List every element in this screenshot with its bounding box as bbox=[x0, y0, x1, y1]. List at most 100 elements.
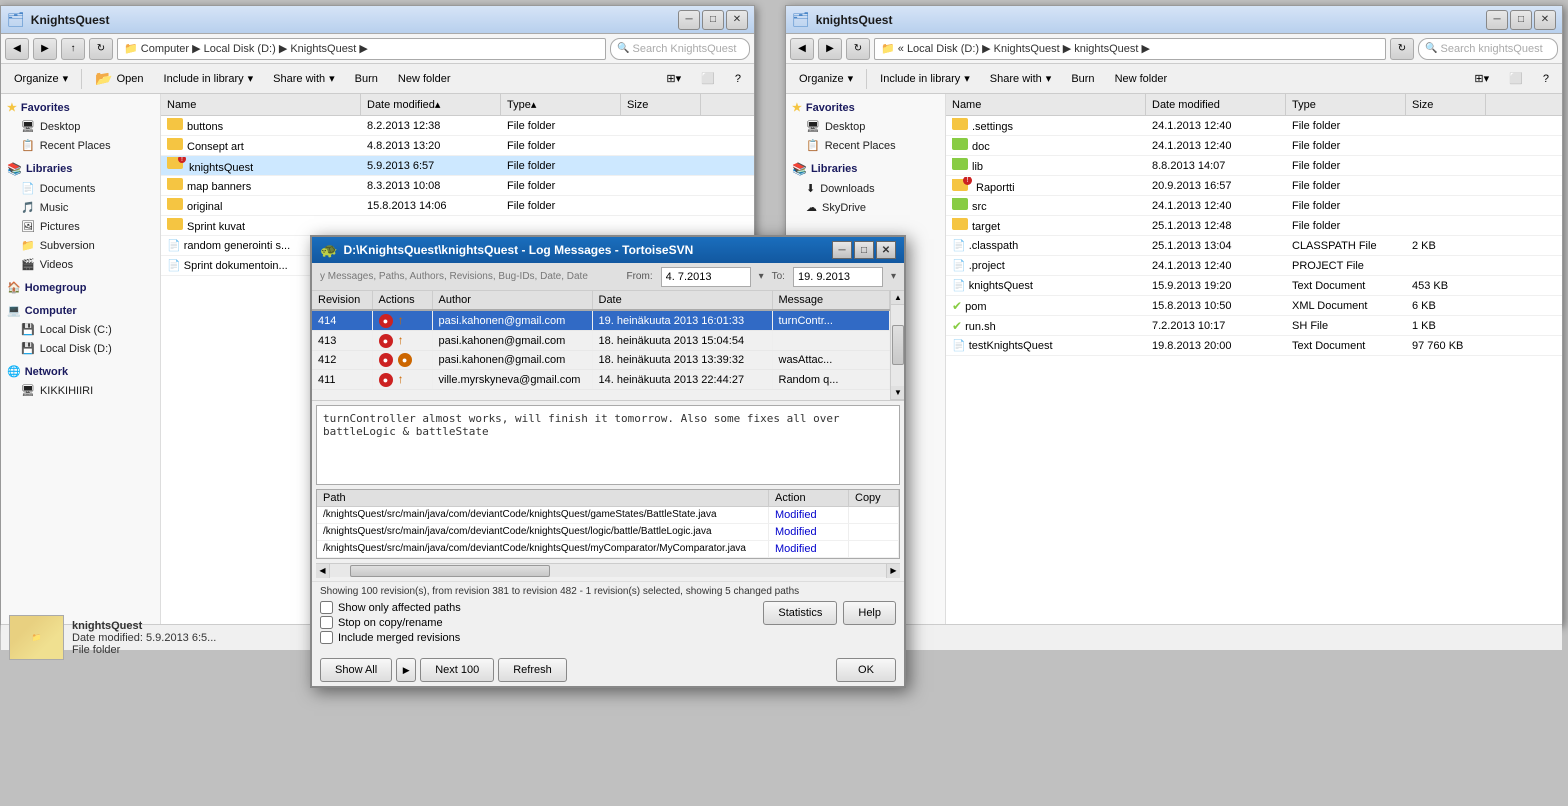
sidebar-item-locald-1[interactable]: 💾 Local Disk (D:) bbox=[1, 339, 160, 358]
share-with-button-1[interactable]: Share with ▾ bbox=[264, 67, 344, 91]
col-name-header-1[interactable]: Name bbox=[161, 94, 361, 115]
file-row-map-banners[interactable]: map banners 8.3.2013 10:08 File folder bbox=[161, 176, 754, 196]
minimize-button-2[interactable]: ─ bbox=[1486, 10, 1508, 30]
view-button-1[interactable]: ⊞▾ bbox=[657, 67, 690, 91]
col-name-header-2[interactable]: Name bbox=[946, 94, 1146, 115]
back-button-1[interactable]: ◀ bbox=[5, 38, 29, 60]
up-button-1[interactable]: ↑ bbox=[61, 38, 85, 60]
path-row-2[interactable]: /knightsQuest/src/main/java/com/deviantC… bbox=[317, 524, 899, 541]
show-all-button[interactable]: Show All bbox=[320, 658, 392, 682]
preview-pane-button-1[interactable]: ⬜ bbox=[692, 67, 724, 91]
close-button-1[interactable]: ✕ bbox=[726, 10, 748, 30]
sidebar-item-desktop-2[interactable]: 🖥 Desktop bbox=[786, 117, 945, 136]
revision-row-414[interactable]: 414 ● ↑ pasi.kahonen@gmail.com 19. heinä… bbox=[312, 310, 890, 331]
libraries-header-2[interactable]: 📚 Libraries bbox=[786, 159, 945, 179]
burn-button-1[interactable]: Burn bbox=[346, 67, 387, 91]
h-scroll-thumb[interactable] bbox=[350, 565, 550, 577]
favorites-header-2[interactable]: ★ Favorites bbox=[786, 98, 945, 117]
h-scroll-right[interactable]: ▶ bbox=[886, 564, 900, 578]
file-row-classpath[interactable]: 📄 .classpath 25.1.2013 13:04 CLASSPATH F… bbox=[946, 236, 1562, 256]
file-list-2[interactable]: Name Date modified Type Size .settings 2… bbox=[946, 94, 1562, 624]
back-button-2[interactable]: ◀ bbox=[790, 38, 814, 60]
file-row-doc[interactable]: doc 24.1.2013 12:40 File folder bbox=[946, 136, 1562, 156]
homegroup-header-1[interactable]: 🏠 Homegroup bbox=[1, 278, 160, 297]
forward-button-1[interactable]: ▶ bbox=[33, 38, 57, 60]
scrollbar-up-btn[interactable]: ▲ bbox=[891, 291, 904, 305]
col-date-header-2[interactable]: Date modified bbox=[1146, 94, 1286, 115]
col-size-header-2[interactable]: Size bbox=[1406, 94, 1486, 115]
new-folder-button-2[interactable]: New folder bbox=[1106, 67, 1177, 91]
file-row-buttons[interactable]: buttons 8.2.2013 12:38 File folder bbox=[161, 116, 754, 136]
col-action-header[interactable]: Action bbox=[769, 490, 849, 506]
network-header-1[interactable]: 🌐 Network bbox=[1, 362, 160, 381]
sidebar-item-videos-1[interactable]: 🎬 Videos bbox=[1, 255, 160, 274]
file-row-testknightsquest[interactable]: 📄 testKnightsQuest 19.8.2013 20:00 Text … bbox=[946, 336, 1562, 356]
svn-checkbox-stop-copy[interactable]: Stop on copy/rename bbox=[320, 616, 461, 629]
checkbox-stop-copy[interactable] bbox=[320, 616, 333, 629]
include-library-button-2[interactable]: Include in library ▾ bbox=[871, 67, 979, 91]
preview-pane-button-2[interactable]: ⬜ bbox=[1500, 67, 1532, 91]
file-row-sprint-kuvat[interactable]: Sprint kuvat bbox=[161, 216, 754, 236]
path-row-3[interactable]: /knightsQuest/src/main/java/com/deviantC… bbox=[317, 541, 899, 558]
sidebar-item-recent-1[interactable]: 📋 Recent Places bbox=[1, 136, 160, 155]
file-row-lib[interactable]: lib 8.8.2013 14:07 File folder bbox=[946, 156, 1562, 176]
new-folder-button-1[interactable]: New folder bbox=[389, 67, 460, 91]
file-row-knightsquest-txt[interactable]: 📄 knightsQuest 15.9.2013 19:20 Text Docu… bbox=[946, 276, 1562, 296]
show-all-arrow-button[interactable]: ▶ bbox=[396, 658, 416, 682]
search-box-2[interactable]: 🔍 Search knightsQuest bbox=[1418, 38, 1558, 60]
sidebar-item-subversion-1[interactable]: 📁 Subversion bbox=[1, 236, 160, 255]
organize-button-1[interactable]: Organize ▾ bbox=[5, 67, 77, 91]
checkbox-affected-paths[interactable] bbox=[320, 601, 333, 614]
view-button-2[interactable]: ⊞▾ bbox=[1465, 67, 1498, 91]
sidebar-item-desktop-1[interactable]: 🖥 Desktop bbox=[1, 117, 160, 136]
svn-from-date-input[interactable] bbox=[661, 267, 751, 287]
svn-minimize-button[interactable]: ─ bbox=[832, 241, 852, 259]
file-row-original[interactable]: original 15.8.2013 14:06 File folder bbox=[161, 196, 754, 216]
favorites-header-1[interactable]: ★ Favorites bbox=[1, 98, 160, 117]
file-row-knightsquest[interactable]: ! knightsQuest 5.9.2013 6:57 File folder bbox=[161, 156, 754, 176]
h-scroll-left[interactable]: ◀ bbox=[316, 564, 330, 578]
paths-h-scrollbar[interactable]: ◀ ▶ bbox=[316, 563, 900, 577]
close-button-2[interactable]: ✕ bbox=[1534, 10, 1556, 30]
refresh-button-svn[interactable]: Refresh bbox=[498, 658, 567, 682]
col-actions-header[interactable]: Actions bbox=[372, 291, 432, 310]
col-path-header[interactable]: Path bbox=[317, 490, 769, 506]
sidebar-item-skydrive-2[interactable]: ☁ SkyDrive bbox=[786, 198, 945, 217]
libraries-header-1[interactable]: 📚 Libraries bbox=[1, 159, 160, 179]
next-100-button[interactable]: Next 100 bbox=[420, 658, 494, 682]
file-row-consept-art[interactable]: Consept art 4.8.2013 13:20 File folder bbox=[161, 136, 754, 156]
scrollbar-thumb[interactable] bbox=[892, 325, 904, 365]
maximize-button-2[interactable]: □ bbox=[1510, 10, 1532, 30]
sidebar-item-kikkihiiri-1[interactable]: 🖥 KIKKIHIIRI bbox=[1, 381, 160, 400]
svn-to-date-input[interactable] bbox=[793, 267, 883, 287]
file-row-settings[interactable]: .settings 24.1.2013 12:40 File folder bbox=[946, 116, 1562, 136]
open-button-1[interactable]: 📂 Open bbox=[86, 67, 152, 91]
file-row-src[interactable]: src 24.1.2013 12:40 File folder bbox=[946, 196, 1562, 216]
col-author-header[interactable]: Author bbox=[432, 291, 592, 310]
revision-row-411[interactable]: 411 ● ↑ ville.myrskyneva@gmail.com 14. h… bbox=[312, 370, 890, 390]
share-with-button-2[interactable]: Share with ▾ bbox=[981, 67, 1061, 91]
help-button-1[interactable]: ? bbox=[726, 67, 750, 91]
statistics-button[interactable]: Statistics bbox=[763, 601, 837, 625]
sidebar-item-recent-2[interactable]: 📋 Recent Places bbox=[786, 136, 945, 155]
sidebar-item-pictures-1[interactable]: 🖼 Pictures bbox=[1, 217, 160, 236]
ok-button-svn[interactable]: OK bbox=[836, 658, 896, 682]
col-type-header-1[interactable]: Type ▴ bbox=[501, 94, 621, 115]
scrollbar-down-btn[interactable]: ▼ bbox=[891, 386, 904, 400]
help-button-2[interactable]: ? bbox=[1534, 67, 1558, 91]
minimize-button-1[interactable]: ─ bbox=[678, 10, 700, 30]
revision-row-413[interactable]: 413 ● ↑ pasi.kahonen@gmail.com 18. heinä… bbox=[312, 331, 890, 351]
file-row-run-sh[interactable]: ✔ run.sh 7.2.2013 10:17 SH File 1 KB bbox=[946, 316, 1562, 336]
col-size-header-1[interactable]: Size bbox=[621, 94, 701, 115]
col-type-header-2[interactable]: Type bbox=[1286, 94, 1406, 115]
file-row-raportti[interactable]: ! Raportti 20.9.2013 16:57 File folder bbox=[946, 176, 1562, 196]
revision-row-412[interactable]: 412 ● ● pasi.kahonen@gmail.com 18. heinä… bbox=[312, 351, 890, 370]
file-row-project[interactable]: 📄 .project 24.1.2013 12:40 PROJECT File bbox=[946, 256, 1562, 276]
checkbox-include-merged[interactable] bbox=[320, 631, 333, 644]
col-date-header-1[interactable]: Date modified ▴ bbox=[361, 94, 501, 115]
svn-close-button[interactable]: ✕ bbox=[876, 241, 896, 259]
svn-checkbox-include-merged[interactable]: Include merged revisions bbox=[320, 631, 461, 644]
refresh-nav-button-1[interactable]: ↻ bbox=[89, 38, 113, 60]
help-button-svn[interactable]: Help bbox=[843, 601, 896, 625]
include-library-button-1[interactable]: Include in library ▾ bbox=[155, 67, 263, 91]
